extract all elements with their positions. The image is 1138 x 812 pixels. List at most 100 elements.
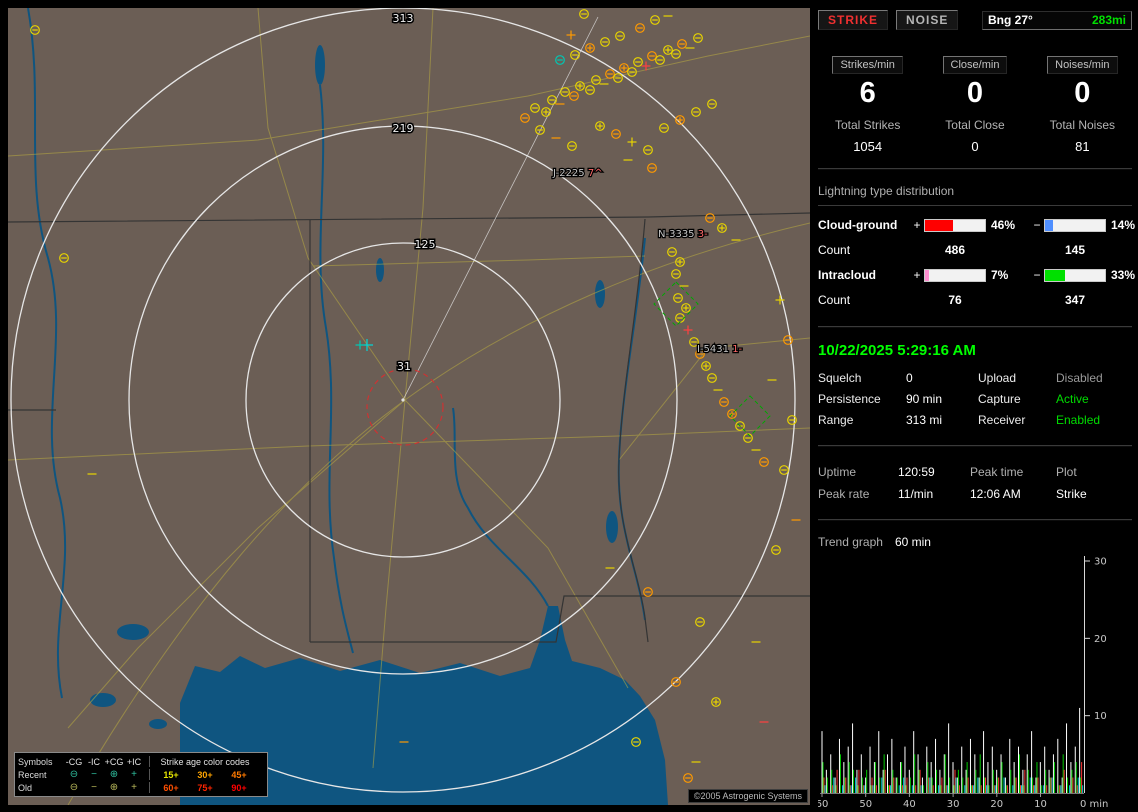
svg-text:N-3335 3-: N-3335 3- <box>658 229 708 240</box>
legend-recent-row: Recent ⊖ − ⊕ + 15+ 30+ 45+ <box>18 768 264 781</box>
ic-positive-bar <box>924 268 986 282</box>
cg-negative-bar <box>1044 218 1106 232</box>
receiver-status: Enabled <box>1056 413 1101 427</box>
noises-per-min-button[interactable]: Noises/min <box>1047 56 1118 74</box>
svg-text:10: 10 <box>1034 799 1047 810</box>
legend-old-row: Old ⊖ − ⊕ + 60+ 75+ 90+ <box>18 781 264 794</box>
legend-divider <box>148 769 150 780</box>
strikes-per-min-value: 6 <box>859 77 876 109</box>
cg-negative-count: 145 <box>1064 243 1086 257</box>
range-label: Range <box>818 413 854 427</box>
strike-markers <box>30 9 801 783</box>
map-panel: 313 219 125 31 J-2225 7^ N-3335 3- I-5431 1- S… <box>8 8 810 805</box>
receiver-position-dot <box>401 398 405 402</box>
minus-sign: − <box>1033 218 1041 232</box>
copyright-notice: ©2005 Astrogenic Systems <box>687 789 808 803</box>
intracloud-row: Intracloud + 7% − 33% <box>818 262 1135 288</box>
legend-symbols-title: Symbols <box>18 756 53 767</box>
legend-divider <box>148 756 150 767</box>
mode-row: STRIKE NOISE Bng 27° 283mi <box>818 10 1132 30</box>
svg-text:I-5431 1-: I-5431 1- <box>697 344 743 355</box>
cloud-ground-label: Cloud-ground <box>818 218 898 232</box>
strikes-per-min-button[interactable]: Strikes/min <box>832 56 903 74</box>
divider <box>818 445 1132 447</box>
svg-text:31: 31 <box>397 360 411 373</box>
age-30: 30+ <box>197 769 213 780</box>
svg-text:10: 10 <box>1094 711 1107 722</box>
state-border-layer <box>8 212 810 643</box>
legend-col-ic-neg: -IC <box>88 756 100 767</box>
squelch-label: Squelch <box>818 371 862 385</box>
intracloud-count-row: Count 76 347 <box>818 288 1132 312</box>
svg-text:30: 30 <box>947 799 960 810</box>
total-strikes-value: 1054 <box>853 139 883 154</box>
trend-graph: 10 20 30 60 50 40 30 20 10 0 min <box>818 556 1108 810</box>
divider <box>818 168 1132 170</box>
noise-button[interactable]: NOISE <box>896 10 959 30</box>
svg-text:125: 125 <box>415 238 436 251</box>
legend-col-ic-pos: +IC <box>126 756 142 767</box>
svg-text:219: 219 <box>393 122 414 135</box>
cg-pos-icon: ⊕ <box>109 768 119 780</box>
persistence-label: Persistence <box>818 392 881 406</box>
divider <box>818 205 1132 206</box>
rate-section: Strikes/min 6 Total Strikes 1054 Close/m… <box>818 56 1132 154</box>
total-close-value: 0 <box>971 139 979 154</box>
close-range-ring <box>366 368 444 446</box>
persistence-value: 90 min <box>906 392 943 406</box>
ic-pos-icon: + <box>131 768 137 780</box>
trend-graph-label: Trend graph <box>818 535 883 549</box>
app-window: 313 219 125 31 J-2225 7^ N-3335 3- I-5431 1- S… <box>0 0 1138 812</box>
cg-positive-pct: 46% <box>991 218 1016 232</box>
trend-header: Trend graph 60 min <box>818 535 1132 551</box>
ic-positive-count: 76 <box>948 293 962 307</box>
plus-sign: + <box>913 218 921 232</box>
ic-positive-pct: 7% <box>991 268 1009 282</box>
count-label: Count <box>818 293 851 307</box>
svg-text:J-2225 7^: J-2225 7^ <box>552 168 603 179</box>
uptime-label: Uptime <box>818 465 857 479</box>
svg-text:20: 20 <box>990 799 1003 810</box>
cg-positive-bar <box>924 218 986 232</box>
range-value: 283mi <box>1091 13 1126 27</box>
divider <box>818 326 1132 328</box>
trend-duration-value: 60 min <box>894 535 931 549</box>
count-label: Count <box>818 243 851 257</box>
plus-sign: + <box>913 268 921 282</box>
cg-negative-pct: 14% <box>1111 218 1136 232</box>
trend-bars <box>821 707 1084 793</box>
session-grid: Uptime 120:59 Peak time Plot Peak rate 1… <box>818 461 1132 505</box>
legend-age-title: Strike age color codes <box>160 756 250 767</box>
close-per-min-button[interactable]: Close/min <box>942 56 1008 74</box>
strike-button[interactable]: STRIKE <box>818 10 889 30</box>
legend-old-label: Old <box>18 782 33 793</box>
age-45: 45+ <box>231 769 247 780</box>
age-15: 15+ <box>163 769 179 780</box>
ic-negative-pct: 33% <box>1111 268 1136 282</box>
minus-sign: − <box>1033 268 1041 282</box>
total-close-label: Total Close <box>945 118 1005 132</box>
strike-legend: Symbols -CG -IC +CG +IC Strike age color… <box>14 752 268 797</box>
capture-status: Active <box>1056 392 1089 406</box>
noises-per-min-value: 0 <box>1074 77 1091 109</box>
svg-text:60: 60 <box>818 799 828 810</box>
noises-per-min-column: Noises/min 0 Total Noises 81 <box>1033 56 1132 154</box>
map-labels: 313 219 125 31 J-2225 7^ N-3335 3- I-5431 1- <box>391 11 744 375</box>
svg-text:30: 30 <box>1094 557 1107 568</box>
bearing-value: Bng 27° <box>988 13 1033 27</box>
svg-text:40: 40 <box>903 799 916 810</box>
legend-col-cg-pos: +CG <box>104 756 124 767</box>
range-setting-value: 313 mi <box>906 413 943 427</box>
peak-rate-value: 11/min <box>898 487 934 501</box>
legend-col-cg-neg: -CG <box>65 756 83 767</box>
plot-value: Strike <box>1056 487 1087 501</box>
upload-label: Upload <box>978 371 1017 385</box>
upload-status: Disabled <box>1056 371 1103 385</box>
svg-text:313: 313 <box>393 12 414 25</box>
control-panel: STRIKE NOISE Bng 27° 283mi Strikes/min 6… <box>818 10 1135 811</box>
radar-map[interactable]: 313 219 125 31 J-2225 7^ N-3335 3- I-5431 1- <box>8 8 810 805</box>
total-noises-label: Total Noises <box>1049 118 1116 132</box>
total-noises-value: 81 <box>1075 139 1090 154</box>
age-60: 60+ <box>163 782 179 793</box>
close-per-min-value: 0 <box>966 77 984 109</box>
